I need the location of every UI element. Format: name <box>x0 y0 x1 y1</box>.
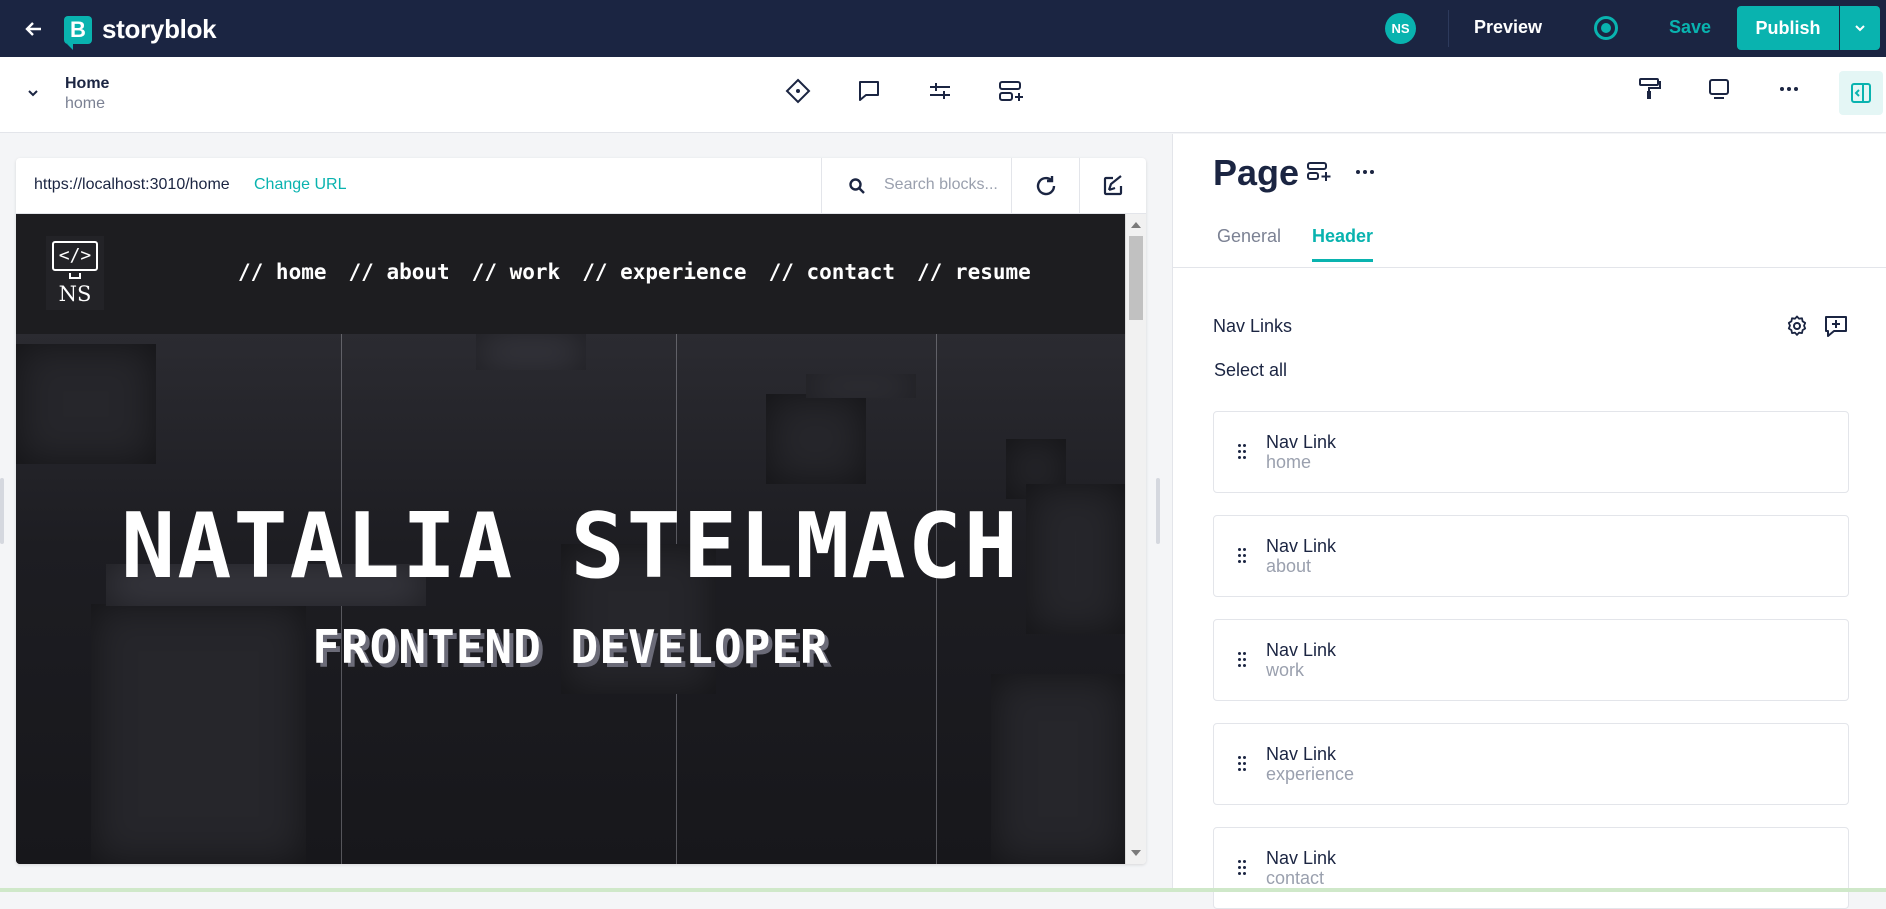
block-title: Page <box>1213 152 1300 193</box>
select-all-link[interactable]: Select all <box>1214 360 1287 381</box>
scroll-thumb[interactable] <box>1129 236 1143 320</box>
tab-header[interactable]: Header <box>1312 226 1374 262</box>
status-indicator-icon[interactable] <box>1594 16 1618 40</box>
center-tools <box>784 77 1025 105</box>
left-resize-handle[interactable] <box>0 478 4 544</box>
card-title: Nav Link <box>1266 432 1337 452</box>
drag-handle-icon[interactable] <box>1238 652 1248 668</box>
search-blocks-input[interactable]: Search blocks... <box>821 158 1011 214</box>
nav-link-card[interactable]: Nav Link about <box>1213 515 1849 597</box>
site-logo-code: </> <box>52 241 98 271</box>
right-tools <box>1635 75 1803 103</box>
scroll-down-icon[interactable] <box>1131 850 1141 856</box>
hero-line <box>936 334 937 864</box>
device-preview-icon[interactable] <box>1705 75 1733 103</box>
site-logo-initials: NS <box>58 282 92 306</box>
diamond-icon[interactable] <box>784 77 812 105</box>
nav-link-card[interactable]: Nav Link home <box>1213 411 1849 493</box>
content-sidebar: Page General Header Nav Links Select all… <box>1172 134 1886 909</box>
logo-badge: B <box>64 15 92 50</box>
preview-scrollbar[interactable] <box>1125 214 1146 864</box>
comment-icon[interactable] <box>855 77 883 105</box>
more-options-icon[interactable] <box>1775 75 1803 103</box>
chevron-down-icon <box>1855 25 1865 32</box>
publish-button[interactable]: Publish <box>1737 6 1839 50</box>
card-title: Nav Link <box>1266 848 1337 868</box>
drag-handle-icon[interactable] <box>1238 444 1248 460</box>
site-logo-stand <box>69 273 81 279</box>
hero-section: NATALIA STELMACH FRONTEND DEVELOPER <box>16 334 1125 864</box>
story-menu-chevron-icon[interactable] <box>25 85 41 106</box>
panel-resize-handle[interactable] <box>1156 478 1160 544</box>
story-name: Home <box>65 75 110 92</box>
top-bar: B storyblok NS Preview Save Publish <box>0 0 1886 57</box>
site-logo[interactable]: </> NS <box>46 236 104 310</box>
storyblok-logo[interactable]: B storyblok <box>64 14 217 50</box>
visual-preview: https://localhost:3010/home Change URL S… <box>16 158 1146 864</box>
card-subtitle: home <box>1266 452 1312 472</box>
card-subtitle: contact <box>1266 868 1325 888</box>
save-button[interactable]: Save <box>1669 17 1711 38</box>
hero-cube <box>766 394 866 484</box>
drag-handle-icon[interactable] <box>1238 548 1248 564</box>
bottom-edge <box>0 888 1886 892</box>
sidebar-tabs: General Header <box>1173 226 1886 268</box>
story-slug: home <box>65 95 106 112</box>
block-title-actions <box>1306 160 1376 189</box>
nav-link-card[interactable]: Nav Link experience <box>1213 723 1849 805</box>
card-subtitle: about <box>1266 556 1312 576</box>
site-header: </> NS // home // about // work // exper… <box>16 214 1125 334</box>
site-preview[interactable]: </> NS // home // about // work // exper… <box>16 214 1125 864</box>
card-title: Nav Link <box>1266 744 1337 764</box>
site-nav-experience[interactable]: // experience <box>582 260 746 284</box>
more-options-icon[interactable] <box>1354 161 1376 188</box>
reload-icon[interactable] <box>1011 158 1079 214</box>
card-title: Nav Link <box>1266 640 1337 660</box>
tab-general[interactable]: General <box>1217 226 1281 259</box>
nav-link-card[interactable]: Nav Link contact <box>1213 827 1849 909</box>
publish-options-button[interactable] <box>1840 6 1880 50</box>
field-label: Nav Links <box>1213 316 1293 336</box>
hero-title: NATALIA STELMACH <box>121 494 1020 599</box>
paint-roller-icon[interactable] <box>1635 75 1663 103</box>
hero-cube <box>991 674 1125 864</box>
site-nav: // home // about // work // experience /… <box>238 260 1031 284</box>
url-bar: https://localhost:3010/home Change URL S… <box>16 158 1146 214</box>
preview-button[interactable]: Preview <box>1474 17 1542 38</box>
card-subtitle: experience <box>1266 764 1355 784</box>
site-nav-work[interactable]: // work <box>472 260 561 284</box>
search-icon <box>848 177 866 200</box>
add-comment-icon[interactable] <box>1823 314 1849 343</box>
sidebar-toggle-icon[interactable] <box>1839 71 1883 115</box>
hero-cube <box>806 374 916 398</box>
story-toolbar: Home home <box>0 57 1886 133</box>
edit-mode-icon[interactable] <box>1079 158 1146 214</box>
drag-handle-icon[interactable] <box>1238 756 1248 772</box>
search-placeholder: Search blocks... <box>884 176 998 193</box>
scroll-up-icon[interactable] <box>1131 222 1141 228</box>
gear-icon[interactable] <box>1785 314 1809 343</box>
hero-cube <box>16 344 156 464</box>
user-avatar[interactable]: NS <box>1385 13 1416 44</box>
card-title: Nav Link <box>1266 536 1337 556</box>
add-block-icon[interactable] <box>1306 160 1332 189</box>
back-arrow-icon[interactable] <box>22 17 46 41</box>
field-actions <box>1785 314 1849 343</box>
change-url-link[interactable]: Change URL <box>254 176 347 194</box>
site-nav-resume[interactable]: // resume <box>917 260 1031 284</box>
logo-text: storyblok <box>102 14 217 44</box>
preview-url: https://localhost:3010/home <box>34 176 230 193</box>
nav-link-card[interactable]: Nav Link work <box>1213 619 1849 701</box>
card-subtitle: work <box>1266 660 1305 680</box>
drag-handle-icon[interactable] <box>1238 860 1248 876</box>
hero-subtitle: FRONTEND DEVELOPER <box>312 620 829 674</box>
divider <box>1448 10 1449 47</box>
site-nav-home[interactable]: // home <box>238 260 327 284</box>
site-nav-contact[interactable]: // contact <box>769 260 895 284</box>
settings-sliders-icon[interactable] <box>926 77 954 105</box>
site-nav-about[interactable]: // about <box>349 260 450 284</box>
hero-cube <box>476 334 586 370</box>
add-block-icon[interactable] <box>997 77 1025 105</box>
